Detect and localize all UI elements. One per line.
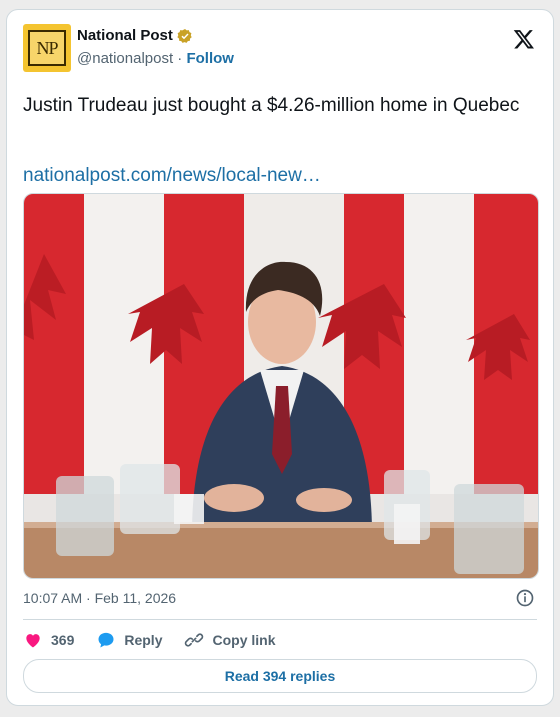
handle-row: @nationalpost · Follow [77, 50, 234, 67]
follow-button[interactable]: Follow [186, 50, 234, 67]
divider [23, 619, 537, 620]
reply-label: Reply [124, 632, 163, 648]
post-card: NP National Post @nationalpost · Follow … [6, 9, 554, 706]
action-bar: 369 Reply Copy link [23, 628, 298, 652]
info-icon[interactable] [515, 588, 535, 608]
post-image[interactable] [23, 193, 539, 579]
separator-dot: · [177, 50, 183, 67]
display-name[interactable]: National Post [77, 27, 173, 44]
link-icon [185, 633, 204, 647]
account-names: National Post @nationalpost · Follow [77, 27, 234, 67]
x-logo-icon[interactable] [513, 28, 535, 50]
like-count: 369 [51, 632, 75, 648]
account-handle[interactable]: @nationalpost [77, 50, 173, 67]
reply-bubble-icon [98, 632, 114, 648]
account-avatar[interactable]: NP [23, 24, 71, 72]
photo-illustration [24, 194, 538, 578]
copy-link-action[interactable]: Copy link [184, 630, 276, 650]
copy-link-label: Copy link [212, 632, 276, 648]
avatar-logo-text: NP [28, 30, 66, 66]
heart-icon [26, 634, 40, 648]
display-name-row: National Post [77, 27, 234, 44]
like-action[interactable]: 369 [23, 630, 74, 650]
post-link[interactable]: nationalpost.com/news/local-new… [23, 165, 321, 187]
read-replies-button[interactable]: Read 394 replies [23, 659, 537, 693]
post-text: Justin Trudeau just bought a $4.26-milli… [23, 95, 520, 116]
post-timestamp[interactable]: 10:07 AM · Feb 11, 2026 [23, 590, 176, 606]
reply-action[interactable]: Reply [96, 630, 162, 650]
post-header: NP National Post @nationalpost · Follow [23, 24, 537, 76]
verified-badge-icon [177, 28, 192, 43]
